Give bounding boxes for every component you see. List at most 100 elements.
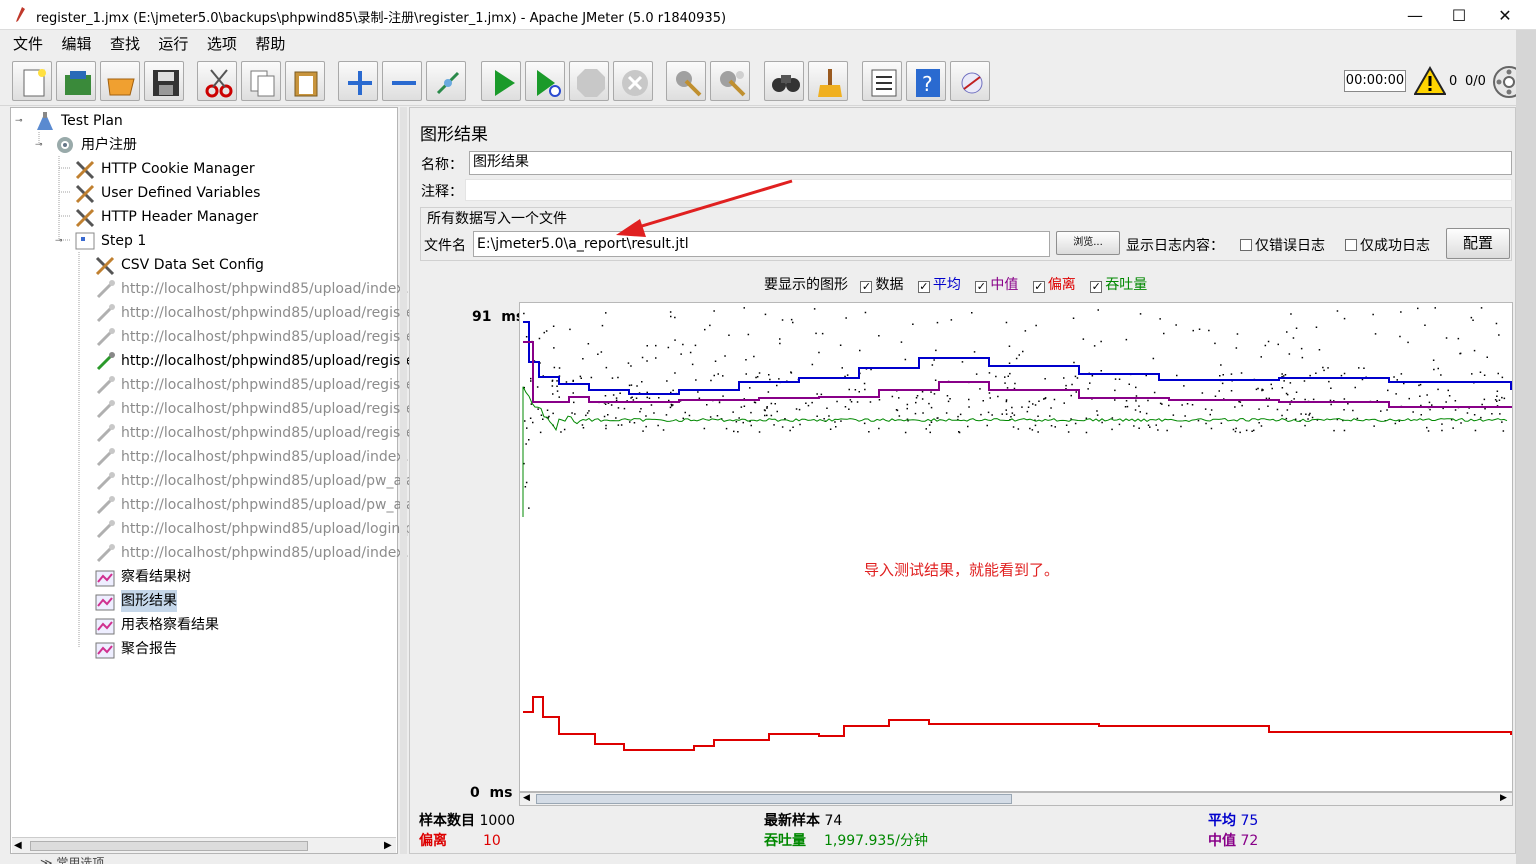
start-no-pause-button[interactable] <box>525 61 565 101</box>
stat-latest-label: 最新样本 <box>764 813 820 829</box>
shutdown-button[interactable] <box>613 61 653 101</box>
expand-button[interactable] <box>338 61 378 101</box>
stop-button[interactable] <box>569 61 609 101</box>
errors-only-box[interactable] <box>1240 239 1252 251</box>
help-button[interactable]: ? <box>906 61 946 101</box>
open-button[interactable] <box>100 61 140 101</box>
tree-node-label: HTTP Header Manager <box>101 209 259 225</box>
maximize-button[interactable]: ☐ <box>1436 0 1482 30</box>
menu-run[interactable]: 运行 <box>158 30 188 54</box>
tree-node[interactable]: http://localhost/phpwind85/upload/regist… <box>93 302 441 324</box>
tree-node[interactable]: http://localhost/phpwind85/upload/regist… <box>93 374 441 396</box>
expand-icon <box>348 71 372 95</box>
graph-scroll-right-icon[interactable]: ▶ <box>1500 793 1507 803</box>
tree-node[interactable]: 图形结果 <box>93 590 177 612</box>
menu-help[interactable]: 帮助 <box>255 30 285 54</box>
tree-node[interactable]: ⊸ 用户注册 <box>35 134 137 156</box>
throughput-series-line <box>522 386 1508 517</box>
tree-node[interactable]: http://localhost/phpwind85/upload/index.… <box>93 542 436 564</box>
search-button[interactable] <box>764 61 804 101</box>
option-throughput-box[interactable]: ✓ <box>1090 281 1103 293</box>
tree-node[interactable]: http://localhost/phpwind85/upload/regist… <box>93 398 441 420</box>
tree-node[interactable]: http://localhost/phpwind85/upload/regist… <box>93 422 441 444</box>
clear-button[interactable] <box>666 61 706 101</box>
tree-node[interactable]: http://localhost/phpwind85/upload/index.… <box>93 446 436 468</box>
option-average-box[interactable]: ✓ <box>917 281 930 293</box>
errors-only-checkbox[interactable]: 仅错误日志 <box>1240 235 1325 255</box>
sampler-icon <box>96 304 115 323</box>
tree-node[interactable]: HTTP Cookie Manager <box>73 158 255 180</box>
tree-node[interactable]: http://localhost/phpwind85/upload/index.… <box>93 278 436 300</box>
clear-all-button[interactable] <box>710 61 750 101</box>
tree-horizontal-scrollbar[interactable]: ◀ ▶ <box>12 837 396 853</box>
option-data-box[interactable]: ✓ <box>860 281 873 293</box>
function-helper-button[interactable] <box>862 61 902 101</box>
tree-node-label: http://localhost/phpwind85/upload/index.… <box>121 281 436 297</box>
new-button[interactable] <box>12 61 52 101</box>
remote-button[interactable] <box>950 61 990 101</box>
tree-node[interactable]: HTTP Header Manager <box>73 206 258 228</box>
browse-button[interactable]: 浏览... <box>1056 231 1120 255</box>
tree-node[interactable]: ⊸ Test Plan <box>15 110 123 132</box>
save-button[interactable] <box>144 61 184 101</box>
split-pane-divider[interactable] <box>400 107 407 854</box>
option-deviation[interactable]: ✓ 偏离 <box>1032 277 1076 293</box>
collapse-button[interactable] <box>382 61 422 101</box>
success-only-checkbox[interactable]: 仅成功日志 <box>1345 235 1430 255</box>
cut-button[interactable] <box>197 61 237 101</box>
tree-node[interactable]: http://localhost/phpwind85/upload/regist… <box>93 326 441 348</box>
tree-node[interactable]: http://localhost/phpwind85/upload/login.… <box>93 518 431 540</box>
graph-scroll-thumb[interactable] <box>536 794 1012 804</box>
paste-button[interactable] <box>285 61 325 101</box>
tree-expand-toggle-icon[interactable]: ⊸ <box>15 110 23 132</box>
start-no-pause-icon <box>537 70 561 97</box>
option-throughput[interactable]: ✓ 吞吐量 <box>1090 277 1147 293</box>
minimize-button[interactable]: — <box>1392 0 1438 30</box>
test-plan-icon <box>37 112 53 130</box>
option-deviation-box[interactable]: ✓ <box>1032 281 1045 293</box>
elapsed-timer: 00:00:00 <box>1344 70 1406 92</box>
tree-node[interactable]: http://localhost/phpwind85/upload/regist… <box>93 350 441 372</box>
tree-node[interactable]: http://localhost/phpwind85/upload/pw_aja… <box>93 470 436 492</box>
configure-button[interactable]: 配置 <box>1446 228 1510 259</box>
tree-node[interactable]: http://localhost/phpwind85/upload/pw_aja… <box>93 494 436 516</box>
name-input[interactable]: 图形结果 <box>469 151 1512 175</box>
graph-scroll-left-icon[interactable]: ◀ <box>523 793 530 803</box>
option-median-box[interactable]: ✓ <box>975 281 988 293</box>
tree-node[interactable]: 聚合报告 <box>93 638 177 660</box>
templates-button[interactable] <box>56 61 96 101</box>
option-median[interactable]: ✓ 中值 <box>975 277 1018 293</box>
tree-scroll-thumb[interactable] <box>30 841 308 851</box>
tree-expand-toggle-icon[interactable]: ⊸ <box>35 134 43 156</box>
tree-node[interactable]: CSV Data Set Config <box>93 254 264 276</box>
option-average[interactable]: ✓ 平均 <box>917 277 961 293</box>
menu-options[interactable]: 选项 <box>207 30 237 54</box>
graph-options-label: 要显示的图形 <box>764 277 848 293</box>
graph-horizontal-scrollbar[interactable]: ◀ ▶ <box>519 792 1513 806</box>
reset-search-button[interactable] <box>808 61 848 101</box>
tree-node[interactable]: User Defined Variables <box>73 182 260 204</box>
option-data[interactable]: ✓ 数据 <box>860 277 903 293</box>
scroll-right-icon[interactable]: ▶ <box>384 840 392 851</box>
menu-edit[interactable]: 编辑 <box>61 30 91 54</box>
collapsed-section-peek[interactable]: ≫ 常用选项 <box>40 854 104 864</box>
menu-search[interactable]: 查找 <box>110 30 140 54</box>
success-only-box[interactable] <box>1345 239 1357 251</box>
start-button[interactable] <box>481 61 521 101</box>
menu-file[interactable]: 文件 <box>13 30 43 54</box>
scroll-left-icon[interactable]: ◀ <box>14 840 22 851</box>
graph-options-row: 要显示的图形 ✓ 数据 ✓ 平均 ✓ 中值 ✓ 偏离 ✓ 吞吐量 <box>764 274 1147 294</box>
test-plan-tree[interactable]: ⊸ Test Plan ⊸ 用户注册 HTTP Cookie Manager User D… <box>10 107 441 854</box>
warning-icon[interactable] <box>1414 66 1446 96</box>
tree-expand-toggle-icon[interactable]: ⊸ <box>55 230 63 252</box>
new-icon <box>23 69 46 97</box>
sampler-icon <box>96 544 115 563</box>
tree-node-label: http://localhost/phpwind85/upload/regist… <box>121 401 442 417</box>
comment-label: 注释： <box>421 184 463 200</box>
copy-button[interactable] <box>241 61 281 101</box>
tree-node[interactable]: ⊸ Step 1 <box>55 230 146 252</box>
tree-node[interactable]: 察看结果树 <box>93 566 191 588</box>
close-button[interactable]: ✕ <box>1482 0 1528 30</box>
toggle-button[interactable] <box>426 61 466 101</box>
tree-node[interactable]: 用表格察看结果 <box>93 614 219 636</box>
